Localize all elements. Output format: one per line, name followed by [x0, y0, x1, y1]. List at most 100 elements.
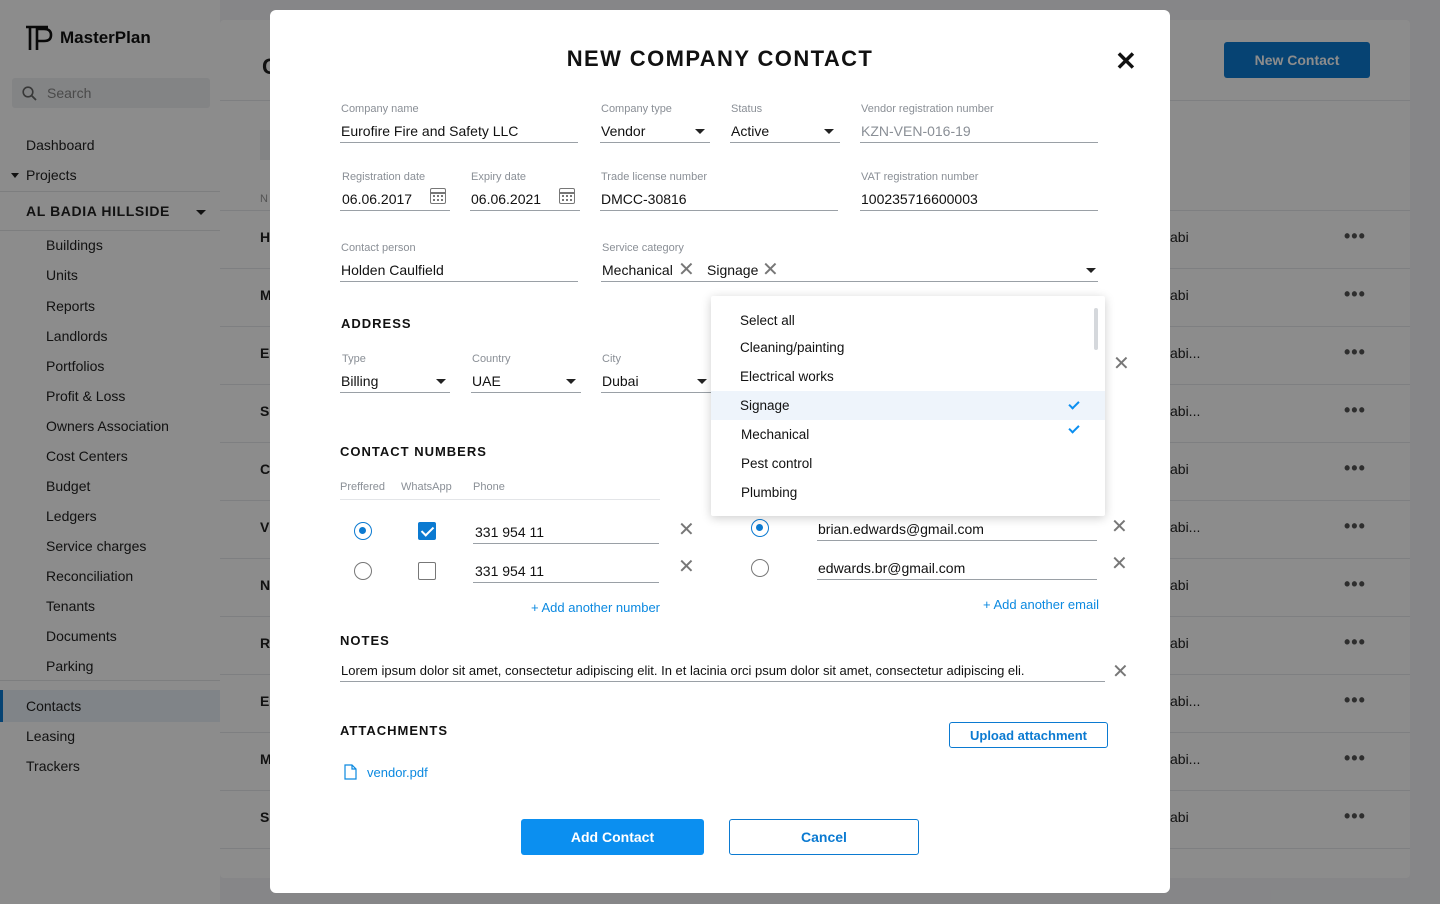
city-label: City	[602, 353, 621, 365]
expiry-date-label: Expiry date	[471, 171, 527, 183]
contact-numbers-section-title: CONTACT NUMBERS	[340, 444, 487, 459]
registration-date-field[interactable]: 06.06.2017	[342, 191, 412, 207]
notes-underline	[340, 681, 1105, 682]
option-plumbing[interactable]: Plumbing	[711, 478, 1105, 507]
calendar-icon[interactable]	[430, 188, 446, 204]
option-label: Cleaning/painting	[740, 340, 845, 355]
add-another-email-link[interactable]: + Add another email	[983, 597, 1099, 612]
option-mechanical[interactable]: Mechanical	[711, 420, 1105, 449]
remove-email-icon[interactable]: ✕	[1111, 554, 1128, 574]
upload-attachment-button[interactable]: Upload attachment	[949, 722, 1108, 748]
contact-person-underline	[340, 281, 578, 282]
remove-phone-icon[interactable]: ✕	[678, 520, 695, 540]
company-type-underline	[600, 142, 710, 143]
vat-registration-label: VAT registration number	[861, 171, 979, 183]
checkmark-icon	[1068, 422, 1080, 434]
phone-underline	[473, 582, 659, 583]
phone-column-label: Phone	[473, 481, 505, 493]
whatsapp-checkbox[interactable]	[418, 522, 436, 540]
option-label: Plumbing	[741, 485, 798, 500]
company-name-underline	[340, 142, 578, 143]
service-category-dropdown: Select all Cleaning/painting Electrical …	[711, 296, 1105, 516]
preferred-phone-radio[interactable]	[354, 522, 372, 540]
company-type-label: Company type	[601, 103, 672, 115]
option-label: Select all	[740, 313, 795, 328]
attachment-file-link[interactable]: vendor.pdf	[367, 765, 428, 780]
checkmark-icon	[1068, 398, 1080, 410]
phone-field[interactable]: 331 954 11	[475, 524, 544, 540]
option-electrical-works[interactable]: Electrical works	[711, 362, 1105, 391]
remove-phone-icon[interactable]: ✕	[678, 557, 695, 577]
contact-person-label: Contact person	[341, 242, 416, 254]
option-label: Electrical works	[740, 369, 834, 384]
add-another-number-link[interactable]: + Add another number	[531, 600, 660, 615]
service-chip-signage: Signage	[707, 262, 759, 278]
add-contact-button[interactable]: Add Contact	[521, 819, 704, 855]
preferred-phone-radio[interactable]	[354, 562, 372, 580]
new-company-contact-modal: NEW COMPANY CONTACT ✕ Company name Eurof…	[270, 10, 1170, 893]
service-chip-mechanical: Mechanical	[602, 262, 673, 278]
remove-address-icon[interactable]: ✕	[1113, 354, 1130, 374]
address-type-label: Type	[342, 353, 366, 365]
trade-license-field[interactable]: DMCC-30816	[601, 191, 687, 207]
vendor-registration-field[interactable]: KZN-VEN-016-19	[861, 123, 971, 139]
company-name-label: Company name	[341, 103, 419, 115]
chevron-down-icon[interactable]	[566, 379, 576, 384]
remove-email-icon[interactable]: ✕	[1111, 517, 1128, 537]
option-label: Mechanical	[741, 427, 810, 442]
service-category-label: Service category	[602, 242, 684, 254]
vendor-registration-underline	[860, 142, 1098, 143]
email-field[interactable]: edwards.br@gmail.com	[818, 560, 965, 576]
option-label: Pest control	[741, 456, 813, 471]
modal-title: NEW COMPANY CONTACT	[566, 46, 874, 71]
whatsapp-checkbox[interactable]	[418, 562, 436, 580]
phone-field[interactable]: 331 954 11	[475, 563, 544, 579]
phone-underline	[473, 543, 659, 544]
address-type-underline	[340, 392, 450, 393]
email-underline	[817, 540, 1097, 541]
vat-registration-field[interactable]: 100235716600003	[861, 191, 978, 207]
preferred-email-radio[interactable]	[751, 519, 769, 537]
notes-field[interactable]: Lorem ipsum dolor sit amet, consectetur …	[341, 663, 1025, 678]
chevron-down-icon[interactable]	[695, 129, 705, 134]
trade-license-label: Trade license number	[601, 171, 707, 183]
vat-registration-underline	[860, 210, 1098, 211]
dropdown-scrollbar[interactable]	[1094, 308, 1098, 350]
registration-date-label: Registration date	[342, 171, 426, 183]
expiry-date-field[interactable]: 06.06.2021	[471, 191, 541, 207]
company-type-select[interactable]: Vendor	[601, 123, 645, 139]
country-underline	[471, 392, 581, 393]
chevron-down-icon[interactable]	[824, 129, 834, 134]
contact-person-field[interactable]: Holden Caulfield	[341, 262, 444, 278]
city-select[interactable]: Dubai	[602, 373, 639, 389]
notes-section-title: NOTES	[340, 633, 390, 648]
option-signage[interactable]: Signage	[711, 391, 1105, 420]
calendar-icon[interactable]	[559, 188, 575, 204]
option-pest-control[interactable]: Pest control	[711, 449, 1105, 478]
status-select[interactable]: Active	[731, 123, 769, 139]
vendor-registration-label: Vendor registration number	[861, 103, 994, 115]
remove-chip-icon[interactable]: ✕	[762, 260, 779, 280]
email-field[interactable]: brian.edwards@gmail.com	[818, 521, 984, 537]
status-underline	[730, 142, 840, 143]
clear-notes-icon[interactable]: ✕	[1112, 662, 1129, 682]
address-section-title: ADDRESS	[341, 316, 412, 331]
file-icon	[344, 764, 357, 780]
chevron-down-icon[interactable]	[436, 379, 446, 384]
numbers-header-divider	[340, 499, 660, 500]
address-type-select[interactable]: Billing	[341, 373, 378, 389]
close-icon[interactable]: ✕	[1115, 46, 1137, 77]
option-select-all[interactable]: Select all	[711, 306, 1105, 335]
chevron-down-icon[interactable]	[697, 379, 707, 384]
remove-chip-icon[interactable]: ✕	[678, 260, 695, 280]
option-cleaning-painting[interactable]: Cleaning/painting	[711, 333, 1105, 362]
cancel-button[interactable]: Cancel	[729, 819, 919, 855]
preferred-email-radio[interactable]	[751, 559, 769, 577]
country-select[interactable]: UAE	[472, 373, 501, 389]
country-label: Country	[472, 353, 511, 365]
company-name-field[interactable]: Eurofire Fire and Safety LLC	[341, 123, 518, 139]
email-underline	[817, 579, 1097, 580]
chevron-down-icon[interactable]	[1086, 268, 1096, 273]
status-label: Status	[731, 103, 763, 115]
whatsapp-column-label: WhatsApp	[401, 481, 452, 493]
